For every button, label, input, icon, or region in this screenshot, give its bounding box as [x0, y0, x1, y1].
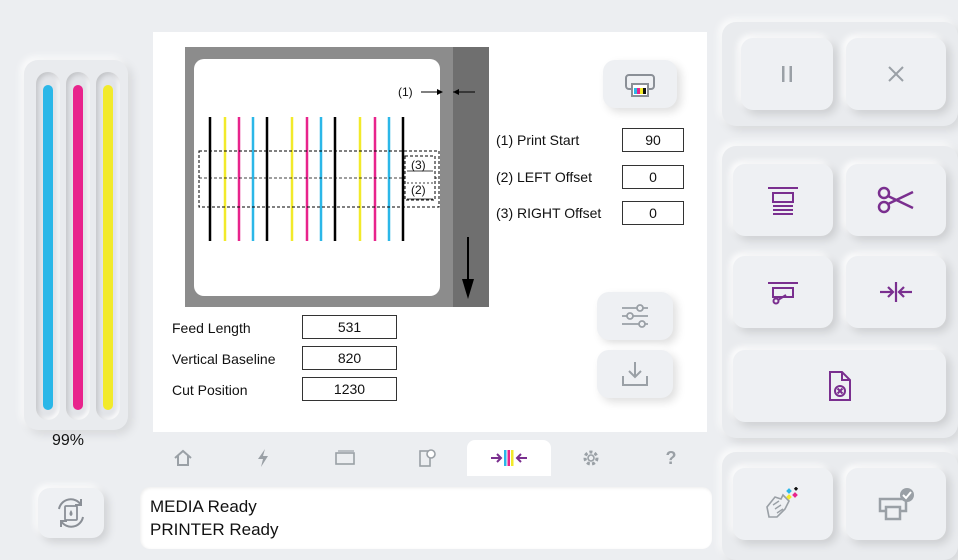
tab-home[interactable]	[143, 440, 223, 476]
lightning-icon	[258, 449, 268, 467]
left-offset-marker: (2)	[411, 183, 426, 197]
test-print-button[interactable]	[603, 60, 677, 108]
printer-color-icon	[625, 74, 655, 97]
tab-settings[interactable]	[551, 440, 631, 476]
roll-icon	[419, 449, 436, 467]
center-arrows-icon	[880, 282, 912, 302]
right-offset-marker: (3)	[411, 158, 426, 172]
home-icon	[174, 449, 192, 466]
print-start-label: (1) Print Start	[496, 132, 580, 148]
refresh-ink-icon	[58, 498, 84, 528]
sliders-icon	[622, 304, 648, 328]
adjust-button[interactable]	[597, 292, 673, 340]
ink-refresh-button[interactable]	[38, 488, 104, 538]
tab-quick[interactable]	[223, 440, 303, 476]
pause-button[interactable]	[741, 38, 833, 110]
feed-length-label: Feed Length	[172, 320, 251, 336]
file-cancel-icon	[828, 371, 851, 401]
feed-icon	[768, 187, 798, 215]
feed-cut-button[interactable]	[733, 256, 833, 328]
media-status: MEDIA Ready	[150, 497, 257, 516]
scissors-icon	[877, 186, 914, 214]
cut-position-label: Cut Position	[172, 382, 248, 398]
feed-length-field[interactable]: 531	[302, 315, 397, 339]
center-align-button[interactable]	[846, 256, 946, 328]
download-icon	[622, 362, 648, 386]
download-button[interactable]	[597, 350, 673, 398]
close-icon	[888, 66, 904, 82]
pause-icon	[782, 66, 792, 82]
left-offset-field[interactable]: 0	[622, 165, 684, 189]
ink-level-label: 99%	[52, 432, 85, 449]
feed-cut-icon	[768, 282, 798, 305]
print-start-marker: (1)	[398, 85, 413, 99]
align-icon	[491, 450, 527, 466]
cut-position-field[interactable]: 1230	[302, 377, 397, 401]
magenta-ink-level	[73, 85, 83, 410]
printer-check-icon	[878, 488, 914, 521]
tab-help[interactable]: ?	[631, 440, 711, 476]
clean-hand-icon	[766, 487, 799, 518]
magenta-ink-slot	[66, 72, 90, 420]
left-offset-label: (2) LEFT Offset	[496, 169, 592, 185]
help-icon: ?	[665, 447, 677, 468]
right-offset-label: (3) RIGHT Offset	[496, 205, 602, 221]
gear-icon	[583, 450, 599, 466]
media-preview	[185, 47, 489, 307]
cut-button[interactable]	[846, 164, 946, 236]
vertical-baseline-label: Vertical Baseline	[172, 351, 276, 367]
feed-media-button[interactable]	[733, 164, 833, 236]
tab-media[interactable]	[303, 440, 387, 476]
tab-align[interactable]	[467, 440, 551, 476]
right-offset-field[interactable]: 0	[622, 201, 684, 225]
status-panel: MEDIA Ready PRINTER Ready	[140, 487, 712, 549]
cyan-ink-level	[43, 85, 53, 410]
cyan-ink-slot	[36, 72, 60, 420]
yellow-ink-level	[103, 85, 113, 410]
delete-job-button[interactable]	[733, 350, 946, 422]
print-start-field[interactable]: 90	[622, 128, 684, 152]
tab-roll[interactable]	[387, 440, 467, 476]
clean-head-button[interactable]	[733, 468, 833, 540]
printer-status-button[interactable]	[846, 468, 946, 540]
media-icon	[335, 450, 355, 465]
vertical-baseline-field[interactable]: 820	[302, 346, 397, 370]
cancel-button[interactable]	[846, 38, 946, 110]
printer-status: PRINTER Ready	[150, 520, 279, 539]
yellow-ink-slot	[96, 72, 120, 420]
